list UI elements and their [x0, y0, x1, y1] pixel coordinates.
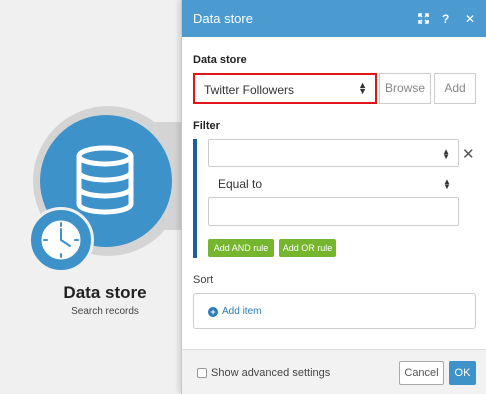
add-and-rule-button[interactable]: Add AND rule	[208, 239, 274, 257]
add-or-rule-button[interactable]: Add OR rule	[279, 239, 336, 257]
plus-icon: +	[208, 307, 218, 317]
clock-icon	[40, 219, 82, 261]
data-store-select[interactable]: Twitter Followers ▲ ▼	[193, 73, 377, 104]
database-icon	[76, 145, 134, 215]
filter-group-bar	[193, 139, 197, 258]
select-arrows-icon: ▲ ▼	[443, 177, 451, 191]
sort-label: Sort	[193, 274, 214, 286]
clock-badge	[28, 207, 94, 273]
data-store-dialog: Data store ? ✕ Data store Twitter Follow…	[181, 0, 486, 394]
select-arrows-icon: ▲ ▼	[358, 80, 367, 96]
add-item-label: Add item	[222, 306, 262, 317]
sort-list: + Add item	[193, 293, 476, 329]
module-subtitle: Search records	[71, 306, 139, 317]
dialog-header: Data store ? ✕	[182, 0, 486, 37]
filter-label: Filter	[193, 120, 220, 132]
expand-icon[interactable]	[418, 13, 429, 24]
filter-field-select[interactable]: ▲ ▼	[208, 139, 459, 167]
remove-filter-icon[interactable]: ✕	[462, 145, 475, 163]
help-icon[interactable]: ?	[442, 12, 449, 26]
data-store-label: Data store	[193, 54, 247, 66]
filter-value-input[interactable]	[208, 197, 459, 226]
show-advanced-checkbox[interactable]	[197, 368, 207, 378]
data-store-value: Twitter Followers	[204, 83, 295, 97]
add-button[interactable]: Add	[434, 73, 476, 104]
module-title: Data store	[63, 283, 147, 302]
add-item-button[interactable]: + Add item	[208, 306, 261, 317]
close-icon[interactable]: ✕	[465, 12, 475, 26]
filter-operator-select[interactable]: Equal to	[218, 177, 262, 191]
dialog-title: Data store	[193, 11, 253, 26]
show-advanced-label: Show advanced settings	[211, 367, 331, 379]
dialog-footer: Show advanced settings Cancel OK	[182, 349, 486, 394]
browse-button[interactable]: Browse	[379, 73, 431, 104]
ok-button[interactable]: OK	[449, 361, 476, 385]
cancel-button[interactable]: Cancel	[399, 361, 444, 385]
select-arrows-icon: ▲ ▼	[442, 147, 450, 161]
